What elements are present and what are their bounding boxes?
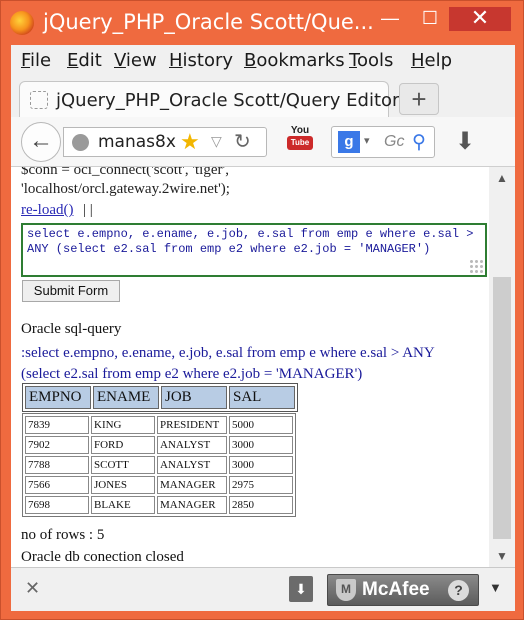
navigation-toolbar: manas8x ★ ▽ ↻ ← You Tube g ▾ Gc ⚲ ⬇	[11, 117, 515, 167]
vertical-scrollbar[interactable]: ▲ ▼	[489, 167, 515, 567]
table-cell: FORD	[91, 436, 155, 454]
table-cell: PRESIDENT	[157, 416, 227, 434]
table-cell: BLAKE	[91, 496, 155, 514]
firefox-logo-icon	[10, 11, 34, 35]
menu-edit[interactable]: Edit	[67, 50, 102, 71]
maximize-button[interactable]: ☐	[413, 7, 447, 31]
scroll-thumb[interactable]	[493, 277, 511, 539]
mcafee-toolbar[interactable]: M McAfee ?	[327, 574, 479, 606]
browser-window: jQuery_PHP_Oracle Scott/Que... — ☐ ✕ Fil…	[0, 0, 524, 620]
bottom-bar: ✕ ⬇ M McAfee ? ▼	[11, 567, 515, 611]
help-icon[interactable]: ?	[448, 580, 469, 601]
resize-grip-icon[interactable]	[469, 259, 483, 273]
download-icon[interactable]: ⬇	[455, 127, 475, 156]
table-row: 7566 JONES MANAGER 2975	[25, 476, 293, 494]
chevron-down-icon[interactable]: ▼	[489, 580, 502, 595]
back-arrow-icon: ←	[29, 127, 53, 154]
back-button[interactable]: ←	[21, 122, 61, 162]
row-count-text: no of rows : 5	[21, 527, 105, 543]
menu-bar: File Edit View History Bookmarks Tools H…	[11, 45, 515, 77]
table-row: 7698 BLAKE MANAGER 2850	[25, 496, 293, 514]
table-cell: MANAGER	[157, 496, 227, 514]
page-placeholder-icon	[30, 91, 48, 109]
table-cell: 7788	[25, 456, 89, 474]
code-line-1: $conn = oci_connect('scott', 'tiger',	[21, 167, 229, 178]
table-cell: 7698	[25, 496, 89, 514]
table-cell: JONES	[91, 476, 155, 494]
oracle-heading: Oracle sql-query	[21, 321, 122, 337]
download-button[interactable]: ⬇	[289, 576, 313, 602]
submit-form-button[interactable]: Submit Form	[22, 280, 120, 302]
table-cell: MANAGER	[157, 476, 227, 494]
url-text[interactable]: manas8x	[98, 132, 176, 152]
table-row: 7788 SCOTT ANALYST 3000	[25, 456, 293, 474]
column-header: ENAME	[93, 386, 159, 409]
mcafee-label: McAfee	[362, 579, 430, 600]
tab-query-editor[interactable]: jQuery_PHP_Oracle Scott/Query Editor	[19, 81, 399, 117]
reload-link[interactable]: re-load()	[21, 202, 73, 219]
menu-tools[interactable]: Tools	[349, 50, 393, 71]
window-title: jQuery_PHP_Oracle Scott/Que...	[43, 10, 374, 34]
table-cell: 7902	[25, 436, 89, 454]
close-window-button[interactable]: ✕	[449, 7, 511, 31]
close-bar-icon[interactable]: ✕	[25, 578, 40, 599]
result-header-table: EMPNO ENAME JOB SAL	[22, 383, 298, 412]
magnifier-icon[interactable]: ⚲	[412, 131, 426, 154]
sql-text[interactable]: select e.empno, e.ename, e.job, e.sal fr…	[27, 227, 473, 256]
table-cell: 3000	[229, 436, 293, 454]
menu-bookmarks[interactable]: Bookmarks	[244, 50, 345, 71]
youtube-top-label: You	[290, 125, 310, 136]
menu-help[interactable]: Help	[411, 50, 452, 71]
table-cell: 3000	[229, 456, 293, 474]
scroll-up-icon[interactable]: ▲	[496, 171, 508, 185]
bookmark-star-icon[interactable]: ★	[180, 129, 200, 155]
tab-strip: jQuery_PHP_Oracle Scott/Query Editor +	[11, 77, 515, 117]
table-cell: KING	[91, 416, 155, 434]
sql-textarea[interactable]: select e.empno, e.ename, e.job, e.sal fr…	[21, 223, 487, 277]
table-cell: SCOTT	[91, 456, 155, 474]
table-row: 7839 KING PRESIDENT 5000	[25, 416, 293, 434]
scroll-down-icon[interactable]: ▼	[496, 549, 508, 563]
code-line-2: 'localhost/orcl.gateway.2wire.net');	[21, 181, 230, 197]
table-cell: 7566	[25, 476, 89, 494]
google-icon[interactable]: g	[338, 131, 360, 153]
engine-dropdown-icon[interactable]: ▾	[364, 134, 370, 147]
table-cell: 2975	[229, 476, 293, 494]
menu-history[interactable]: History	[169, 50, 233, 71]
column-header: JOB	[161, 386, 227, 409]
youtube-bottom-label: Tube	[287, 136, 313, 150]
mcafee-shield-icon: M	[336, 579, 356, 601]
title-bar: jQuery_PHP_Oracle Scott/Que... — ☐ ✕	[1, 1, 523, 45]
menu-view[interactable]: View	[114, 50, 157, 71]
table-cell: 5000	[229, 416, 293, 434]
chevron-down-icon[interactable]: ▽	[211, 133, 222, 150]
url-bar[interactable]: manas8x ★ ▽ ↻	[63, 127, 267, 157]
table-cell: 7839	[25, 416, 89, 434]
new-tab-button[interactable]: +	[399, 83, 439, 115]
table-cell: ANALYST	[157, 456, 227, 474]
globe-icon	[72, 134, 89, 151]
table-cell: ANALYST	[157, 436, 227, 454]
search-input[interactable]: Gc	[384, 133, 404, 151]
separator-text: | |	[83, 202, 93, 218]
youtube-icon[interactable]: You Tube	[287, 125, 313, 157]
column-header: SAL	[229, 386, 295, 409]
result-data-table: 7839 KING PRESIDENT 5000 7902 FORD ANALY…	[22, 413, 296, 517]
column-header: EMPNO	[25, 386, 91, 409]
page-content: $conn = oci_connect('scott', 'tiger', 'l…	[11, 167, 489, 567]
table-cell: 2850	[229, 496, 293, 514]
reload-icon[interactable]: ↻	[234, 129, 251, 154]
search-bar[interactable]: g ▾ Gc ⚲	[331, 126, 435, 158]
query-display: :select e.empno, e.ename, e.job, e.sal f…	[21, 345, 435, 382]
table-row: 7902 FORD ANALYST 3000	[25, 436, 293, 454]
tab-title: jQuery_PHP_Oracle Scott/Query Editor	[56, 90, 400, 111]
menu-file[interactable]: File	[21, 50, 51, 71]
minimize-button[interactable]: —	[373, 7, 407, 31]
connection-closed-text: Oracle db conection closed	[21, 549, 184, 565]
